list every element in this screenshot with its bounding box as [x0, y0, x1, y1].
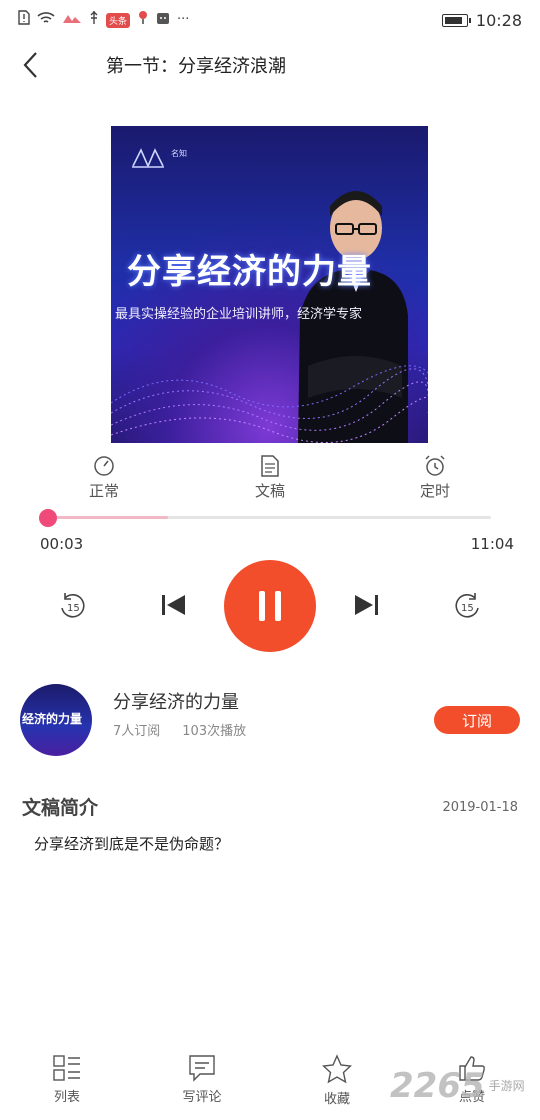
battery-icon — [441, 13, 471, 27]
sim-alert-icon — [18, 10, 30, 30]
current-time: 00:03 — [40, 535, 84, 553]
location-icon — [137, 10, 149, 30]
nav-favorite-label: 收藏 — [323, 1092, 350, 1107]
total-time: 11:04 — [470, 535, 514, 553]
skip-next-icon — [355, 595, 378, 615]
rewind-seconds: 15 — [67, 603, 80, 614]
page-title: 第一节：分享经济浪潮 — [106, 56, 286, 77]
back-button[interactable] — [0, 40, 60, 90]
next-button[interactable] — [350, 590, 384, 620]
watermark-number: 2265 — [390, 1066, 485, 1106]
album-avatar-text: 经济的力量 — [22, 712, 83, 726]
book-logo-icon — [132, 148, 164, 168]
usb-icon — [89, 10, 99, 30]
cat-app-icon — [156, 11, 170, 30]
star-icon — [322, 1054, 352, 1084]
nav-list[interactable]: 列表 — [27, 1054, 107, 1105]
alarm-clock-icon — [425, 455, 445, 476]
status-icons: 头条 ··· — [18, 10, 189, 30]
site-watermark: 2265 手游网 — [390, 1066, 525, 1106]
document-icon — [261, 455, 279, 477]
cover-title: 分享经济的力量 — [127, 252, 372, 292]
play-count: 103次播放 — [182, 724, 247, 739]
pause-icon — [259, 591, 281, 621]
progress-knob[interactable] — [39, 509, 57, 527]
previous-button[interactable] — [156, 590, 190, 620]
progress-buffered — [48, 516, 168, 519]
nav-comment-label: 写评论 — [182, 1090, 222, 1105]
script-button[interactable]: 文稿 — [230, 455, 310, 501]
wifi-icon — [37, 11, 55, 30]
album-avatar[interactable]: 经济的力量 — [20, 684, 92, 756]
forward-seconds: 15 — [461, 603, 474, 614]
cover-subtitle: 最具实操经验的企业培训讲师，经济学专家 — [115, 307, 363, 322]
speed-gauge-icon — [94, 456, 114, 476]
cover-image: 名知 分享经济的力量 最具实操经验的企业培训讲师，经济学专家 — [111, 126, 428, 443]
subscriber-count: 7人订阅 — [113, 724, 161, 739]
intro-title: 文稿简介 — [22, 797, 99, 819]
skip-previous-icon — [162, 595, 185, 615]
forward-icon: 15 — [455, 593, 479, 618]
nav-favorite[interactable]: 收藏 — [297, 1054, 377, 1107]
speed-button[interactable]: 正常 — [64, 455, 144, 501]
subscribe-button[interactable]: 订阅 — [434, 706, 520, 734]
script-label: 文稿 — [254, 482, 285, 500]
pause-button[interactable] — [224, 560, 316, 652]
intro-text: 分享经济到底是不是伪命题？ — [34, 835, 230, 853]
watermark-text: 手游网 — [488, 1079, 525, 1093]
rewind-15-button[interactable]: 15 — [54, 588, 90, 624]
list-icon — [53, 1055, 80, 1081]
cover-brand: 名知 — [171, 149, 187, 158]
more-icon: ··· — [177, 12, 190, 27]
intro-date: 2019-01-18 — [442, 800, 518, 815]
headline-badge: 头条 — [106, 12, 131, 28]
forward-15-button[interactable]: 15 — [450, 588, 486, 624]
status-bar: 头条 ··· 10:28 — [0, 0, 540, 40]
timer-button[interactable]: 定时 — [395, 455, 475, 501]
album-stats: 7人订阅 103次播放 — [113, 720, 246, 739]
header: 第一节：分享经济浪潮 — [0, 40, 540, 90]
player-options: 正常 文稿 定时 — [0, 455, 540, 505]
app-notification-icon — [62, 12, 82, 29]
rewind-icon: 15 — [61, 593, 85, 618]
clock: 10:28 — [475, 10, 522, 30]
particle-wave — [111, 365, 428, 443]
timer-label: 定时 — [419, 482, 450, 500]
album-name[interactable]: 分享经济的力量 — [113, 688, 239, 714]
back-arrow-icon — [23, 52, 37, 78]
playback-controls: 15 15 — [0, 560, 540, 652]
battery-level — [444, 16, 462, 24]
nav-comment[interactable]: 写评论 — [162, 1054, 242, 1105]
progress-bar[interactable] — [48, 516, 491, 519]
nav-list-label: 列表 — [53, 1090, 80, 1105]
comment-icon — [189, 1055, 215, 1082]
speed-label: 正常 — [88, 482, 119, 500]
